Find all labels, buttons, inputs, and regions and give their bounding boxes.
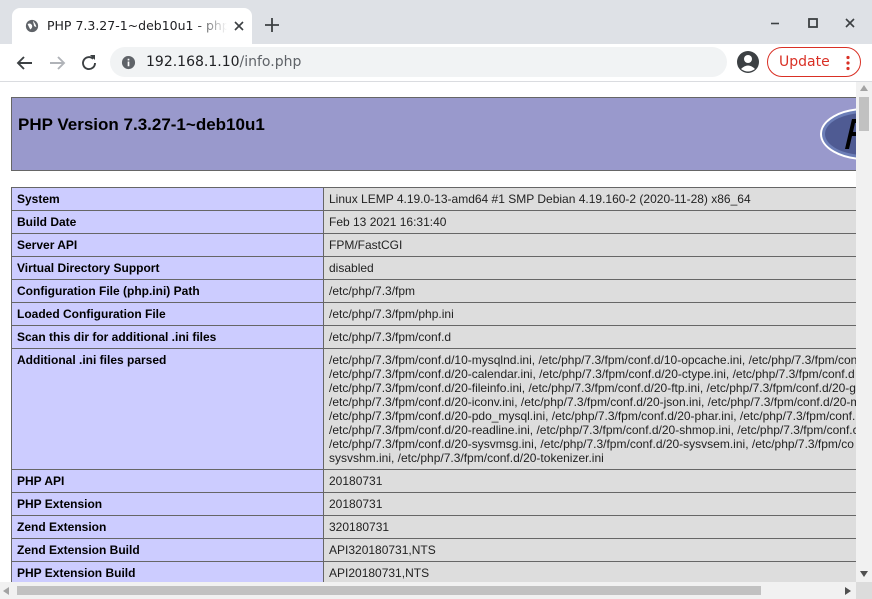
row-value: FPM/FastCGI: [323, 233, 856, 257]
table-row: PHP Extension Build API20180731,NTS: [11, 561, 856, 582]
php-logo-icon: [820, 108, 856, 160]
row-value: Feb 13 2021 16:31:40: [323, 210, 856, 234]
address-bar[interactable]: 192.168.1.10/info.php: [110, 47, 727, 77]
value-line: /etc/php/7.3/fpm/conf.d/20-iconv.ini, /e…: [329, 395, 856, 409]
row-key: PHP Extension: [11, 492, 324, 516]
update-label: Update: [779, 54, 830, 70]
value-line: sysvshm.ini, /etc/php/7.3/fpm/conf.d/20-…: [329, 451, 604, 465]
value-line: API20180731,NTS: [329, 566, 430, 580]
value-line: 20180731: [329, 497, 383, 511]
value-line: Linux LEMP 4.19.0-13-amd64 #1 SMP Debian…: [329, 192, 751, 206]
horizontal-scrollbar[interactable]: [0, 582, 856, 599]
value-line: /etc/php/7.3/fpm/conf.d/20-fileinfo.ini,…: [329, 381, 856, 395]
row-key: Server API: [11, 233, 324, 257]
table-row: PHP Extension 20180731: [11, 492, 856, 516]
table-row: Virtual Directory Support disabled: [11, 256, 856, 280]
url-path: /info.php: [239, 54, 302, 70]
row-value: 20180731: [323, 469, 856, 493]
tab-close-icon[interactable]: [232, 19, 246, 33]
row-key: Loaded Configuration File: [11, 302, 324, 326]
update-button[interactable]: Update: [767, 47, 861, 77]
row-value: /etc/php/7.3/fpm/conf.d: [323, 325, 856, 349]
row-key: Virtual Directory Support: [11, 256, 324, 280]
table-row: Scan this dir for additional .ini files /…: [11, 325, 856, 349]
value-line: /etc/php/7.3/fpm/conf.d/20-calendar.ini,…: [329, 367, 855, 381]
vertical-scroll-thumb[interactable]: [859, 97, 869, 131]
row-key: PHP Extension Build: [11, 561, 324, 582]
minimize-icon[interactable]: [766, 14, 784, 32]
value-line: /etc/php/7.3/fpm/conf.d/10-mysqlnd.ini, …: [329, 353, 856, 367]
forward-arrow-icon[interactable]: [45, 51, 69, 75]
table-row: Zend Extension 320180731: [11, 515, 856, 539]
row-key: Scan this dir for additional .ini files: [11, 325, 324, 349]
value-line: FPM/FastCGI: [329, 238, 403, 252]
value-line: /etc/php/7.3/fpm: [329, 284, 416, 298]
table-row: Additional .ini files parsed/etc/php/7.3…: [11, 348, 856, 470]
tab-strip: PHP 7.3.27-1~deb10u1 - phpinfo(): [0, 0, 872, 44]
profile-avatar-icon[interactable]: [736, 50, 760, 74]
scrollbar-corner: [856, 582, 872, 599]
browser-tab[interactable]: PHP 7.3.27-1~deb10u1 - phpinfo(): [12, 8, 252, 44]
row-key: Additional .ini files parsed: [11, 348, 324, 470]
scroll-right-arrow-icon[interactable]: [845, 587, 851, 595]
value-line: /etc/php/7.3/fpm/conf.d/20-sysvmsg.ini, …: [329, 437, 854, 451]
php-info-table: System Linux LEMP 4.19.0-13-amd64 #1 SMP …: [11, 187, 856, 582]
url-host: 192.168.1.10: [146, 54, 240, 70]
row-value: API20180731,NTS: [323, 561, 856, 582]
php-version-header: PHP Version 7.3.27-1~deb10u1: [11, 97, 856, 171]
table-row: PHP API 20180731: [11, 469, 856, 493]
table-row: System Linux LEMP 4.19.0-13-amd64 #1 SMP …: [11, 187, 856, 211]
close-icon[interactable]: [841, 14, 859, 32]
value-line: /etc/php/7.3/fpm/conf.d: [329, 330, 452, 344]
row-key: Zend Extension: [11, 515, 324, 539]
reload-icon[interactable]: [77, 51, 101, 75]
row-value: 320180731: [323, 515, 856, 539]
browser-toolbar: 192.168.1.10/info.php Update: [0, 44, 872, 81]
row-key: Zend Extension Build: [11, 538, 324, 562]
url-text: 192.168.1.10/info.php: [146, 54, 301, 70]
value-line: disabled: [329, 261, 374, 275]
row-value: Linux LEMP 4.19.0-13-amd64 #1 SMP Debian…: [323, 187, 856, 211]
value-line: 320180731: [329, 520, 390, 534]
row-value: 20180731: [323, 492, 856, 516]
info-icon[interactable]: [121, 55, 136, 70]
value-line: 20180731: [329, 474, 383, 488]
value-line: API320180731,NTS: [329, 543, 436, 557]
plus-icon[interactable]: [262, 15, 282, 35]
horizontal-scroll-thumb[interactable]: [17, 586, 761, 595]
table-row: Loaded Configuration File/etc/php/7.3/fp…: [11, 302, 856, 326]
value-line: /etc/php/7.3/fpm/conf.d/20-pdo_mysql.ini…: [329, 409, 856, 423]
row-value: /etc/php/7.3/fpm/php.ini: [323, 302, 856, 326]
row-value: /etc/php/7.3/fpm: [323, 279, 856, 303]
value-line: Feb 13 2021 16:31:40: [329, 215, 447, 229]
scroll-down-arrow-icon[interactable]: [860, 571, 868, 577]
row-value: API320180731,NTS: [323, 538, 856, 562]
page-viewport: PHP Version 7.3.27-1~deb10u1 System Linux…: [0, 82, 856, 582]
tab-title: PHP 7.3.27-1~deb10u1 - phpinfo(): [47, 18, 227, 33]
table-row: Build Date Feb 13 2021 16:31:40: [11, 210, 856, 234]
row-key: System: [11, 187, 324, 211]
value-line: /etc/php/7.3/fpm/conf.d/20-readline.ini,…: [329, 423, 856, 437]
table-row: Zend Extension Build API320180731,NTS: [11, 538, 856, 562]
row-key: Build Date: [11, 210, 324, 234]
row-key: PHP API: [11, 469, 324, 493]
back-arrow-icon[interactable]: [13, 51, 37, 75]
more-vertical-icon[interactable]: [842, 55, 854, 71]
vertical-scrollbar[interactable]: [856, 82, 872, 582]
table-row: Configuration File (php.ini) Path/etc/ph…: [11, 279, 856, 303]
value-line: /etc/php/7.3/fpm/php.ini: [329, 307, 454, 321]
scroll-left-arrow-icon[interactable]: [3, 587, 9, 595]
row-key: Configuration File (php.ini) Path: [11, 279, 324, 303]
row-value: disabled: [323, 256, 856, 280]
scroll-up-arrow-icon[interactable]: [860, 85, 868, 91]
page-title: PHP Version 7.3.27-1~deb10u1: [18, 115, 265, 134]
table-row: Server API FPM/FastCGI: [11, 233, 856, 257]
row-value: /etc/php/7.3/fpm/conf.d/10-mysqlnd.ini, …: [323, 348, 856, 470]
maximize-icon[interactable]: [804, 14, 822, 32]
globe-icon: [25, 19, 39, 33]
